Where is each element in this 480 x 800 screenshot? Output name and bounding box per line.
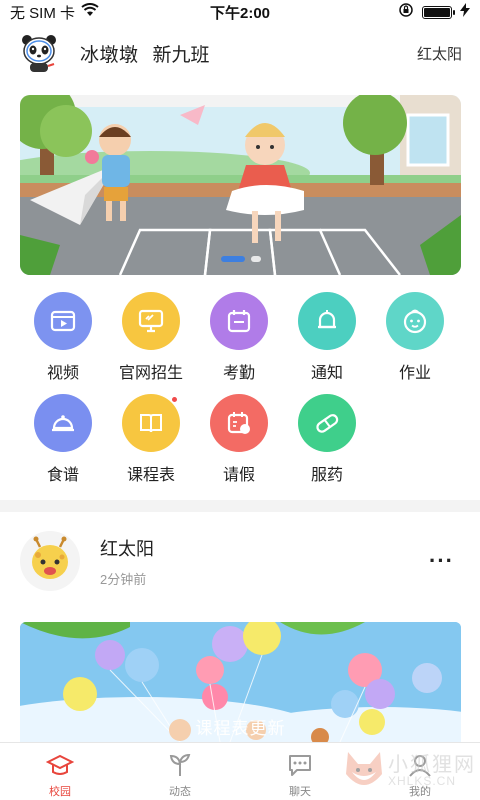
function-row-1: 视频 官网招生 考勤 通知 作业 <box>19 292 461 394</box>
cloche-icon <box>34 394 92 452</box>
post-meta: 红太阳 2分钟前 <box>100 535 154 588</box>
chat-bubble-icon <box>289 755 311 776</box>
grid-item-recipe[interactable]: 食谱 <box>19 394 107 496</box>
grid-item-notice[interactable]: 通知 <box>283 292 371 394</box>
giraffe-avatar-icon <box>32 536 68 579</box>
grid-label-homework: 作业 <box>398 365 431 382</box>
post-header: 红太阳 2分钟前 ··· <box>20 530 460 592</box>
tab-label-chat: 聊天 <box>289 786 311 798</box>
grid-label-video: 视频 <box>46 365 79 382</box>
banner-dot[interactable] <box>250 256 261 262</box>
banner-carousel[interactable] <box>20 95 461 275</box>
section-divider <box>0 500 480 512</box>
grid-item-schedule[interactable]: 课程表 <box>107 394 195 496</box>
grid-label-schedule: 课程表 <box>126 467 175 484</box>
post-caption: 课程表更新 <box>195 719 286 738</box>
grid-item-video[interactable]: 视频 <box>19 292 107 394</box>
tab-label-campus: 校园 <box>49 786 71 798</box>
tab-campus[interactable]: 校园 <box>0 743 120 800</box>
grid-item-admission[interactable]: 官网招生 <box>107 292 195 394</box>
schedule-badge <box>171 396 178 403</box>
grid-label-leave: 请假 <box>222 467 255 484</box>
grid-item-homework[interactable]: 作业 <box>371 292 459 394</box>
monitor-icon <box>122 292 180 350</box>
banner-dot-active[interactable] <box>220 256 245 262</box>
calendar-check-icon <box>210 292 268 350</box>
status-left: 无 SIM 卡 <box>10 2 99 23</box>
panda-avatar[interactable] <box>18 32 60 74</box>
post-image[interactable]: 课程表更新 <box>20 622 461 742</box>
status-right <box>398 2 470 22</box>
bottom-tab-bar: 校园 动态 聊天 我的 <box>0 742 480 800</box>
wifi-icon <box>81 3 99 21</box>
orientation-lock-icon <box>398 2 414 22</box>
grid-label-recipe: 食谱 <box>46 467 79 484</box>
baby-face-icon <box>386 292 444 350</box>
header-user-name[interactable]: 红太阳 <box>417 43 462 64</box>
grid-label-notice: 通知 <box>310 365 343 382</box>
graduation-cap-icon <box>46 754 74 775</box>
school-name: 冰墩墩 <box>80 44 139 66</box>
grid-item-medicine[interactable]: 服药 <box>283 394 371 496</box>
book-icon <box>122 394 180 452</box>
app-screen: 无 SIM 卡 下午2:00 冰墩墩 新九班 红太阳 视频 官网招生 考勤 通知… <box>0 0 480 800</box>
video-icon <box>34 292 92 350</box>
grid-item-attendance[interactable]: 考勤 <box>195 292 283 394</box>
function-grid: 视频 官网招生 考勤 通知 作业 食谱 课程表 请假 服药 <box>19 292 461 496</box>
tab-mine[interactable]: 我的 <box>360 743 480 800</box>
grid-item-leave[interactable]: 请假 <box>195 394 283 496</box>
grid-label-attendance: 考勤 <box>222 365 255 382</box>
sprout-icon <box>169 753 191 776</box>
tab-label-moments: 动态 <box>169 786 191 798</box>
post-author-avatar[interactable] <box>20 531 80 591</box>
carrier-text: 无 SIM 卡 <box>10 4 76 22</box>
battery-fill <box>424 7 450 17</box>
post-time: 2分钟前 <box>100 571 147 587</box>
calendar-leave-icon <box>210 394 268 452</box>
grid-label-medicine: 服药 <box>310 467 343 484</box>
profile-icon <box>409 755 431 777</box>
more-options-button[interactable]: ··· <box>429 548 460 574</box>
charging-icon <box>460 3 470 21</box>
grid-label-admission: 官网招生 <box>118 365 183 382</box>
status-bar: 无 SIM 卡 下午2:00 <box>0 0 480 24</box>
banner-pagination <box>20 256 461 262</box>
tab-chat[interactable]: 聊天 <box>240 743 360 800</box>
post-author[interactable]: 红太阳 <box>100 535 154 561</box>
bell-icon <box>298 292 356 350</box>
tab-label-mine: 我的 <box>409 786 431 798</box>
tab-moments[interactable]: 动态 <box>120 743 240 800</box>
pill-icon <box>298 394 356 452</box>
battery-icon <box>422 5 455 19</box>
header: 冰墩墩 新九班 红太阳 <box>0 30 480 76</box>
class-name: 新九班 <box>152 44 210 66</box>
function-row-2: 食谱 课程表 请假 服药 <box>19 394 461 496</box>
banner-illustration <box>20 95 461 275</box>
